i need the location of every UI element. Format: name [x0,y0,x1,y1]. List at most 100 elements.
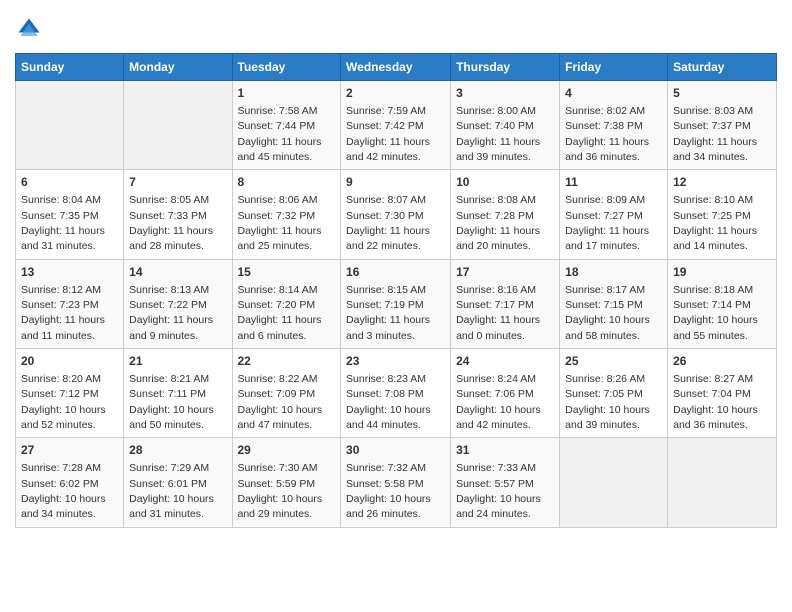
weekday-header: Sunday [16,54,124,81]
day-number: 23 [346,353,445,370]
day-number: 16 [346,264,445,281]
calendar-cell: 20Sunrise: 8:20 AM Sunset: 7:12 PM Dayli… [16,349,124,438]
weekday-header: Tuesday [232,54,341,81]
day-detail: Sunrise: 7:30 AM Sunset: 5:59 PM Dayligh… [238,462,323,520]
day-detail: Sunrise: 8:13 AM Sunset: 7:22 PM Dayligh… [129,284,213,342]
calendar-cell: 16 Sunrise: 8:15 AM Sunset: 7:19 PM Dayli… [341,259,451,348]
day-number: 12 [673,174,771,191]
day-detail: Sunrise: 8:05 AM Sunset: 7:33 PM Dayligh… [129,194,213,252]
day-detail: Sunrise: 8:12 AM Sunset: 7:23 PM Dayligh… [21,284,105,342]
day-number: 18 [565,264,662,281]
day-number: 22 [238,353,336,370]
day-number: 27 [21,442,118,459]
calendar-cell: 23 Sunrise: 8:23 AM Sunset: 7:08 PM Dayli… [341,349,451,438]
day-detail: Sunrise: 7:32 AM Sunset: 5:58 PM Dayligh… [346,462,431,520]
day-number: 7 [129,174,226,191]
day-detail: Sunrise: 8:00 AM Sunset: 7:40 PM Dayligh… [456,105,540,163]
day-number: 2 [346,85,445,102]
calendar-cell: 6 Sunrise: 8:04 AM Sunset: 7:35 PM Daylig… [16,170,124,259]
day-number: 20 [21,353,118,370]
weekday-header: Wednesday [341,54,451,81]
weekday-header: Thursday [451,54,560,81]
day-number: 15 [238,264,336,281]
day-detail: Sunrise: 8:15 AM Sunset: 7:19 PM Dayligh… [346,284,430,342]
calendar-cell: 22 Sunrise: 8:22 AM Sunset: 7:09 PM Dayli… [232,349,341,438]
calendar-cell: 12 Sunrise: 8:10 AM Sunset: 7:25 PM Dayli… [668,170,777,259]
day-number: 21 [129,353,226,370]
day-number: 25 [565,353,662,370]
day-number: 17 [456,264,554,281]
calendar-cell: 21 Sunrise: 8:21 AM Sunset: 7:11 PM Dayli… [124,349,232,438]
day-number: 8 [238,174,336,191]
calendar-week-row: 13 Sunrise: 8:12 AM Sunset: 7:23 PM Dayli… [16,259,777,348]
day-detail: Sunrise: 7:59 AM Sunset: 7:42 PM Dayligh… [346,105,430,163]
calendar-cell [668,438,777,527]
calendar-cell: 7 Sunrise: 8:05 AM Sunset: 7:33 PM Daylig… [124,170,232,259]
day-detail: Sunrise: 7:58 AM Sunset: 7:44 PM Dayligh… [238,105,322,163]
day-number: 1 [238,85,336,102]
calendar-week-row: 27 Sunrise: 7:28 AM Sunset: 6:02 PM Dayli… [16,438,777,527]
day-detail: Sunrise: 8:23 AM Sunset: 7:08 PM Dayligh… [346,373,431,431]
day-detail: Sunrise: 8:17 AM Sunset: 7:15 PM Dayligh… [565,284,650,342]
day-number: 19 [673,264,771,281]
weekday-header: Friday [560,54,668,81]
day-detail: Sunrise: 8:27 AM Sunset: 7:04 PM Dayligh… [673,373,758,431]
day-number: 31 [456,442,554,459]
calendar-header-row: SundayMondayTuesdayWednesdayThursdayFrid… [16,54,777,81]
calendar-cell: 2 Sunrise: 7:59 AM Sunset: 7:42 PM Daylig… [341,81,451,170]
calendar-table: SundayMondayTuesdayWednesdayThursdayFrid… [15,53,777,528]
calendar-cell: 18 Sunrise: 8:17 AM Sunset: 7:15 PM Dayli… [560,259,668,348]
calendar-cell: 9 Sunrise: 8:07 AM Sunset: 7:30 PM Daylig… [341,170,451,259]
calendar-cell: 24 Sunrise: 8:24 AM Sunset: 7:06 PM Dayli… [451,349,560,438]
day-detail: Sunrise: 8:07 AM Sunset: 7:30 PM Dayligh… [346,194,430,252]
calendar-cell: 4 Sunrise: 8:02 AM Sunset: 7:38 PM Daylig… [560,81,668,170]
calendar-cell: 10Sunrise: 8:08 AM Sunset: 7:28 PM Dayli… [451,170,560,259]
day-number: 11 [565,174,662,191]
day-detail: Sunrise: 8:24 AM Sunset: 7:06 PM Dayligh… [456,373,541,431]
calendar-cell: 14 Sunrise: 8:13 AM Sunset: 7:22 PM Dayli… [124,259,232,348]
day-detail: Sunrise: 8:02 AM Sunset: 7:38 PM Dayligh… [565,105,649,163]
calendar-cell: 5 Sunrise: 8:03 AM Sunset: 7:37 PM Daylig… [668,81,777,170]
calendar-cell: 29 Sunrise: 7:30 AM Sunset: 5:59 PM Dayli… [232,438,341,527]
calendar-cell [16,81,124,170]
day-detail: Sunrise: 8:18 AM Sunset: 7:14 PM Dayligh… [673,284,758,342]
weekday-header: Saturday [668,54,777,81]
day-detail: Sunrise: 8:10 AM Sunset: 7:25 PM Dayligh… [673,194,757,252]
calendar-cell: 28Sunrise: 7:29 AM Sunset: 6:01 PM Dayli… [124,438,232,527]
calendar-cell: 19 Sunrise: 8:18 AM Sunset: 7:14 PM Dayli… [668,259,777,348]
calendar-week-row: 1 Sunrise: 7:58 AM Sunset: 7:44 PM Daylig… [16,81,777,170]
day-detail: Sunrise: 8:06 AM Sunset: 7:32 PM Dayligh… [238,194,322,252]
day-number: 24 [456,353,554,370]
day-detail: Sunrise: 8:26 AM Sunset: 7:05 PM Dayligh… [565,373,650,431]
day-detail: Sunrise: 8:21 AM Sunset: 7:11 PM Dayligh… [129,373,214,431]
day-number: 29 [238,442,336,459]
day-number: 6 [21,174,118,191]
calendar-week-row: 20Sunrise: 8:20 AM Sunset: 7:12 PM Dayli… [16,349,777,438]
day-number: 14 [129,264,226,281]
day-detail: Sunrise: 8:22 AM Sunset: 7:09 PM Dayligh… [238,373,323,431]
calendar-cell: 17 Sunrise: 8:16 AM Sunset: 7:17 PM Dayli… [451,259,560,348]
day-number: 4 [565,85,662,102]
day-detail: Sunrise: 7:29 AM Sunset: 6:01 PM Dayligh… [129,462,214,520]
day-number: 3 [456,85,554,102]
calendar-cell [124,81,232,170]
calendar-cell: 15Sunrise: 8:14 AM Sunset: 7:20 PM Dayli… [232,259,341,348]
calendar-cell: 13 Sunrise: 8:12 AM Sunset: 7:23 PM Dayli… [16,259,124,348]
calendar-week-row: 6 Sunrise: 8:04 AM Sunset: 7:35 PM Daylig… [16,170,777,259]
calendar-cell: 26 Sunrise: 8:27 AM Sunset: 7:04 PM Dayli… [668,349,777,438]
day-number: 9 [346,174,445,191]
day-detail: Sunrise: 7:28 AM Sunset: 6:02 PM Dayligh… [21,462,106,520]
day-number: 13 [21,264,118,281]
calendar-cell: 11Sunrise: 8:09 AM Sunset: 7:27 PM Dayli… [560,170,668,259]
day-number: 26 [673,353,771,370]
calendar-cell [560,438,668,527]
day-number: 5 [673,85,771,102]
logo-icon [15,15,43,43]
day-detail: Sunrise: 8:03 AM Sunset: 7:37 PM Dayligh… [673,105,757,163]
calendar-cell: 25 Sunrise: 8:26 AM Sunset: 7:05 PM Dayli… [560,349,668,438]
day-number: 10 [456,174,554,191]
calendar-cell: 3 Sunrise: 8:00 AM Sunset: 7:40 PM Daylig… [451,81,560,170]
page-header [15,15,777,43]
day-detail: Sunrise: 8:16 AM Sunset: 7:17 PM Dayligh… [456,284,540,342]
day-detail: Sunrise: 8:04 AM Sunset: 7:35 PM Dayligh… [21,194,105,252]
